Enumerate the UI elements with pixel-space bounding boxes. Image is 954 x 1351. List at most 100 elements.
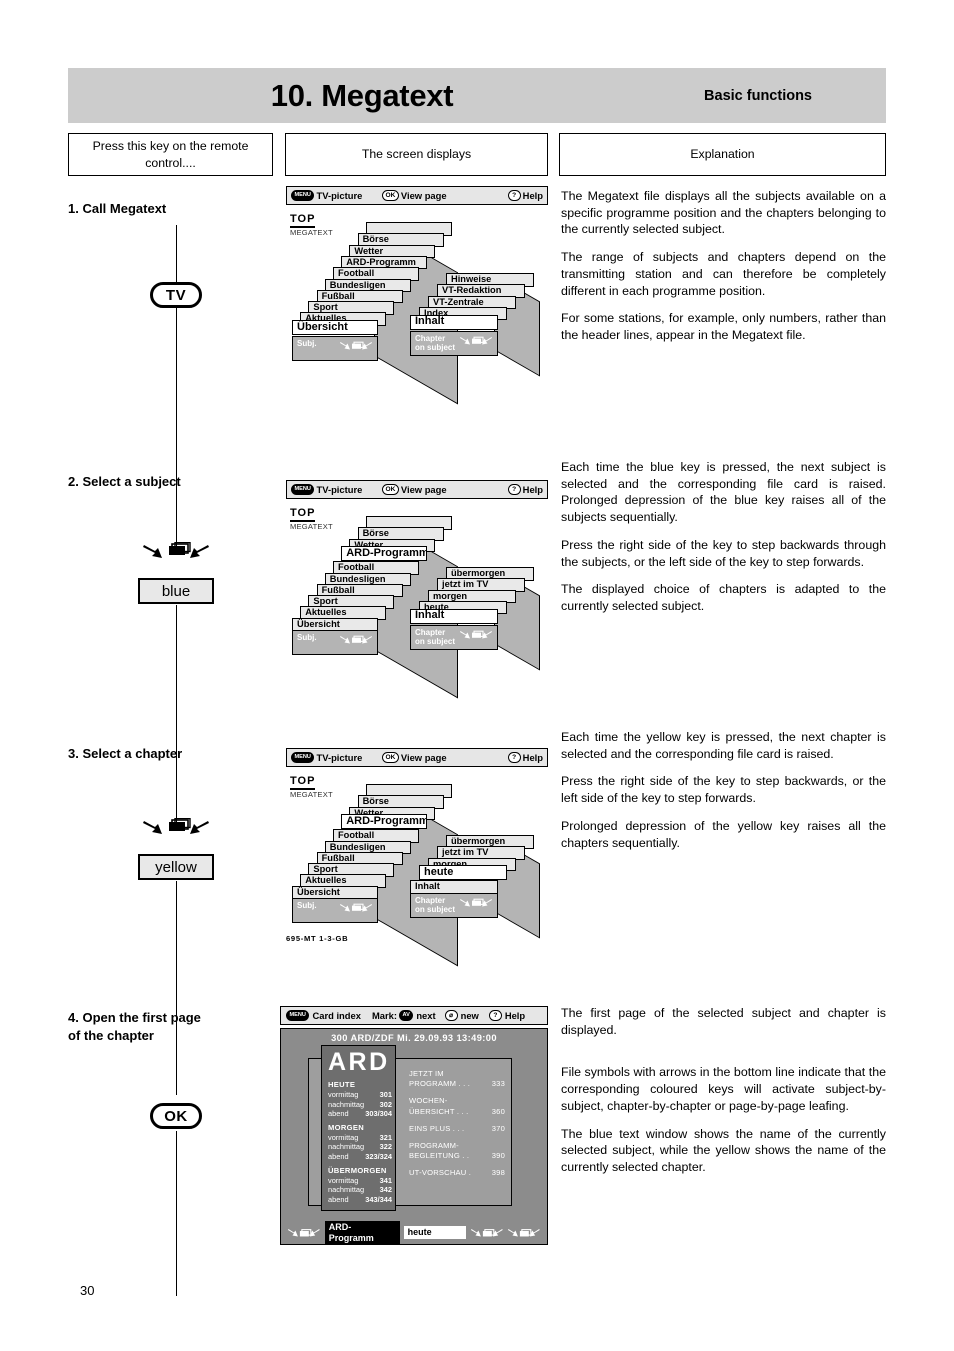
teletext-row-page: 323/324 [365, 1151, 392, 1161]
column-header-explanation: Explanation [559, 133, 886, 176]
leaf-symbol-icon [459, 897, 493, 908]
flow-line-3 [176, 605, 178, 823]
card-ard-programm[interactable]: ARD-Programm [341, 814, 428, 830]
teletext-link-item[interactable]: EINS PLUS . . . 370 [409, 1124, 505, 1134]
teletext-row-label: abend [328, 1194, 349, 1204]
page-number: 30 [80, 1283, 95, 1298]
explanation-paragraph: Each time the yellow key is pressed, the… [561, 730, 886, 761]
leaf-symbol-mid-icon [470, 1228, 503, 1236]
leaf-symbol-right-icon [508, 1228, 541, 1236]
page-subtitle: Basic functions [704, 87, 812, 104]
teletext-link-item[interactable]: JETZT IM PROGRAMM . . . 333 [409, 1069, 505, 1089]
ok-badge-icon: OK [382, 752, 399, 763]
explanation-paragraph: Press the right side of the key to step … [561, 537, 886, 569]
card-ard-programm[interactable]: ARD-Programm [341, 546, 428, 562]
leaf-symbol-icon [339, 340, 373, 351]
teletext-link-page: 370 [491, 1123, 505, 1133]
teletext-link-line1: JETZT IM [409, 1069, 444, 1078]
teletext-row[interactable]: vormittag 301 [328, 1090, 392, 1100]
teletext-row[interactable]: abend 343/344 [328, 1195, 392, 1205]
card-inhalt[interactable]: Inhalt [410, 314, 498, 330]
ok-badge-icon: OK [382, 190, 399, 201]
stack-base-label: Chapter on subject [410, 330, 498, 356]
teletext-row-label: vormittag [328, 1175, 359, 1185]
av-badge-icon: AV [398, 1010, 414, 1021]
teletext-row[interactable]: nachmittag 322 [328, 1142, 392, 1152]
teletext-row[interactable]: vormittag 321 [328, 1133, 392, 1143]
teletext-row-page: 341 [379, 1175, 392, 1185]
card--bersicht[interactable]: Übersicht [292, 320, 378, 336]
ok-badge-icon: OK [382, 484, 399, 495]
tv-screen-body: TOP MEGATEXT Börse Wetter ARD-Programm Foot… [286, 767, 548, 967]
next-label: next [416, 1010, 436, 1021]
remote-key-tv[interactable]: TV [150, 282, 202, 308]
explanation-3: Each time the yellow key is pressed, the… [561, 729, 886, 851]
explanation-paragraph: The displayed choice of chapters is adap… [561, 582, 886, 614]
card-index-arrows-icon-3 [140, 817, 212, 839]
explanation-4: The first page of the selected subject a… [561, 1005, 886, 1176]
menu-badge-icon: MENU [291, 484, 315, 495]
selected-subject-tag: ARD-Programm [324, 1220, 400, 1245]
teletext-row-page: 321 [379, 1132, 392, 1142]
teletext-row[interactable]: abend 323/324 [328, 1152, 392, 1162]
tv-osd-bar: MENU TV-picture OK View page ? Help [286, 748, 548, 767]
teletext-row[interactable]: vormittag 341 [328, 1176, 392, 1186]
teletext-link-line1: PROGRAMM- [409, 1141, 459, 1151]
teletext-left-panel: ARD HEUTE vormittag 301 nachmittag 302 abend 3… [321, 1045, 396, 1211]
help-badge-icon: ? [507, 190, 521, 201]
document-footer-code: 695-MT 1-3-GB [286, 934, 349, 943]
teletext-group-title: ÜBERMORGEN [328, 1165, 387, 1175]
explanation-paragraph: Press the right side of the key to step … [561, 774, 886, 806]
leaf-symbol-icon [459, 629, 493, 640]
teletext-link-line2: ÜBERSICHT . . . [409, 1106, 469, 1116]
menu-label: TV-picture [316, 484, 363, 495]
flow-line-4 [176, 881, 178, 1095]
stack-base-label: Subj. [292, 336, 378, 361]
new-badge-icon: ⌀ [444, 1010, 458, 1021]
remote-key-yellow[interactable]: yellow [138, 854, 214, 880]
teletext-row-page: 302 [379, 1099, 392, 1109]
flow-line-2 [176, 300, 178, 551]
new-label: new [460, 1010, 479, 1021]
teletext-link-line2: PROGRAMM . . . [409, 1079, 471, 1089]
step-title-4: 4. Open the first page of the chapter [68, 1010, 201, 1043]
teletext-row-label: vormittag [328, 1132, 359, 1142]
teletext-row-label: nachmittag [328, 1185, 365, 1195]
teletext-link-item[interactable]: UT-VORSCHAU . 398 [409, 1168, 505, 1178]
step-title-2: 2. Select a subject [68, 474, 181, 489]
teletext-link-item[interactable]: WOCHEN- ÜBERSICHT . . . 360 [409, 1096, 505, 1116]
teletext-link-item[interactable]: PROGRAMM- BEGLEITUNG . . 390 [409, 1141, 505, 1161]
ok-label: View page [400, 190, 447, 201]
menu-badge-icon: MENU [286, 1010, 310, 1021]
leaf-symbol-icon [459, 335, 493, 346]
remote-key-ok[interactable]: OK [150, 1103, 202, 1129]
card-heute[interactable]: heute [419, 865, 507, 881]
teletext-link-line2: UT-VORSCHAU . [409, 1168, 472, 1178]
column-header-remote: Press this key on the remote control.... [68, 133, 273, 176]
menu-label: TV-picture [316, 752, 363, 763]
help-badge-icon: ? [488, 1010, 502, 1021]
remote-key-blue[interactable]: blue [138, 578, 214, 604]
help-badge-icon: ? [507, 752, 521, 763]
teletext-link-line1: WOCHEN- [409, 1096, 448, 1106]
card-index-osd-bar: MENU Card index Mark: AV next ⌀ new ? He… [280, 1006, 548, 1025]
help-label: Help [504, 1010, 526, 1021]
teletext-row[interactable]: nachmittag 302 [328, 1100, 392, 1110]
explanation-paragraph: The range of subjects and chapters depen… [561, 250, 886, 298]
menu-badge-icon: MENU [291, 190, 315, 201]
card-inhalt[interactable]: Inhalt [410, 608, 498, 624]
teletext-link-page: 390 [491, 1151, 505, 1161]
teletext-link-page: 360 [491, 1106, 505, 1116]
teletext-row-label: abend [328, 1151, 349, 1161]
leaf-symbol-left-icon [287, 1228, 320, 1236]
teletext-row-page: 301 [379, 1090, 392, 1099]
screen-diagram-teletext-page: MENU Card index Mark: AV next ⌀ new ? He… [280, 1006, 548, 1245]
teletext-link-line2: EINS PLUS . . . [409, 1123, 465, 1133]
help-label: Help [522, 190, 543, 201]
tv-screen-body: TOP MEGATEXT Börse Wetter ARD-Programm Foot… [286, 499, 548, 699]
teletext-row[interactable]: nachmittag 342 [328, 1185, 392, 1195]
teletext-group: MORGEN vormittag 321 nachmittag 322 abend 323/… [328, 1123, 395, 1162]
explanation-paragraph: Prolonged depression of the yellow key r… [561, 818, 886, 850]
teletext-row[interactable]: abend 303/304 [328, 1109, 392, 1119]
teletext-page: 300 ARD/ZDF Mi. 29.09.93 13:49:00 ARD HE… [280, 1028, 548, 1245]
